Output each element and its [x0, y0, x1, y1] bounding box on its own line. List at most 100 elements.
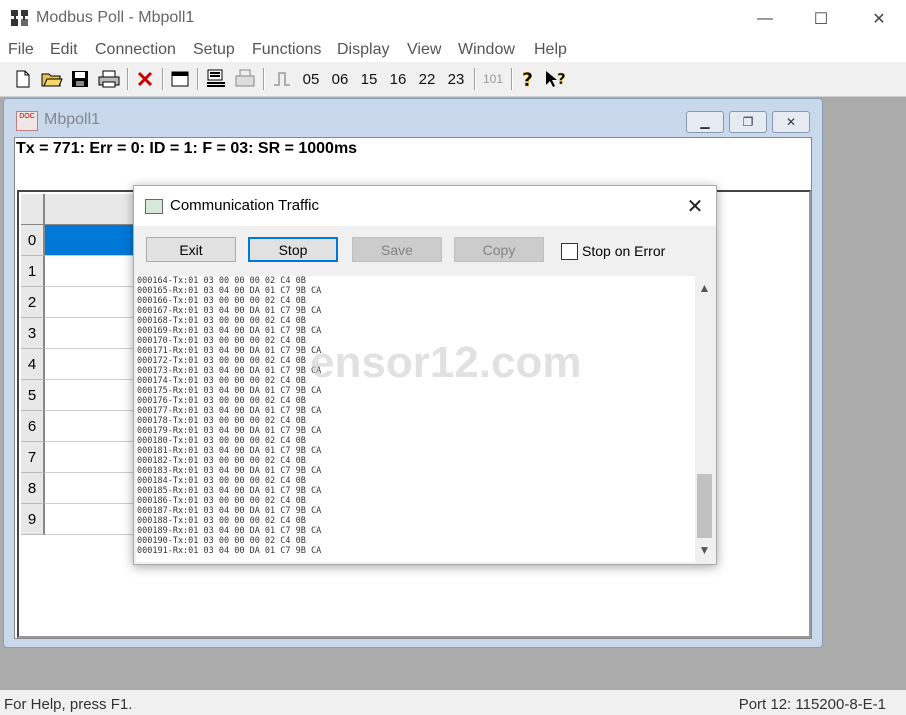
traffic-log-line: 000174-Tx:01 03 00 00 00 02 C4 0B: [137, 376, 306, 386]
fc101-button[interactable]: 101: [479, 67, 507, 91]
row-header[interactable]: 4: [21, 349, 45, 380]
printer-icon: [98, 70, 120, 88]
open-folder-icon: [41, 73, 63, 87]
grid-corner: [21, 194, 45, 226]
svg-text:?: ?: [522, 69, 533, 89]
toolbar-separator: [127, 68, 129, 90]
child-minimize-button[interactable]: ▁: [686, 111, 724, 133]
scroll-up-button[interactable]: ▲: [695, 278, 714, 298]
new-file-icon: [16, 70, 30, 88]
close-icon: ✕: [872, 11, 886, 28]
child-window-title: Mbpoll1: [44, 111, 101, 128]
window-button[interactable]: [169, 67, 191, 91]
help-button[interactable]: ?: [517, 67, 539, 91]
traffic-log-line: 000177-Rx:01 03 04 00 DA 01 C7 9B CA: [137, 406, 322, 416]
traffic-log-line: 000170-Tx:01 03 00 00 00 02 C4 0B: [137, 336, 306, 346]
fc23-button[interactable]: 23: [443, 67, 469, 91]
traffic-log-line: 000166-Tx:01 03 00 00 00 02 C4 0B: [137, 296, 306, 306]
minimize-button[interactable]: —: [742, 4, 788, 34]
child-close-button[interactable]: ✕: [772, 111, 810, 133]
traffic-log-line: 000181-Rx:01 03 04 00 DA 01 C7 9B CA: [137, 446, 322, 456]
traffic-log-scrollbar[interactable]: ▲ ▼: [695, 276, 714, 562]
traffic-log-line: 000185-Rx:01 03 04 00 DA 01 C7 9B CA: [137, 486, 322, 496]
menu-help[interactable]: Help: [534, 41, 567, 59]
row-header[interactable]: 7: [21, 442, 45, 473]
printer-disabled-button[interactable]: [233, 67, 257, 91]
traffic-log-line: 000188-Tx:01 03 00 00 00 02 C4 0B: [137, 516, 306, 526]
pulse-button[interactable]: [271, 67, 293, 91]
traffic-log-line: 000190-Tx:01 03 00 00 00 02 C4 0B: [137, 536, 306, 546]
save-button[interactable]: Save: [352, 237, 442, 262]
dialog-title-bar: Communication Traffic ✕: [134, 186, 716, 226]
row-header[interactable]: 9: [21, 504, 45, 535]
row-header[interactable]: 2: [21, 287, 45, 318]
save-disk-icon: [72, 71, 88, 87]
close-button[interactable]: ✕: [856, 4, 902, 34]
traffic-log-line: 000165-Rx:01 03 04 00 DA 01 C7 9B CA: [137, 286, 322, 296]
scroll-thumb[interactable]: [697, 474, 712, 538]
fc16-button[interactable]: 16: [385, 67, 411, 91]
red-x-icon: [137, 71, 153, 87]
toolbar: 05 06 15 16 22 23 101 ? ?: [0, 62, 906, 97]
print-button[interactable]: [97, 67, 121, 91]
stop-button[interactable]: Stop: [248, 237, 338, 262]
stop-on-error-checkbox[interactable]: [561, 243, 578, 260]
context-help-button[interactable]: ?: [543, 67, 569, 91]
read-write-definition-button[interactable]: [204, 67, 228, 91]
row-header[interactable]: 3: [21, 318, 45, 349]
row-header[interactable]: 1: [21, 256, 45, 287]
status-bar: For Help, press F1. Port 12: 115200-8-E-…: [0, 690, 906, 715]
status-port-text: Port 12: 115200-8-E-1: [738, 696, 886, 713]
minimize-icon: ▁: [700, 115, 710, 129]
save-toolbar-button[interactable]: [69, 67, 91, 91]
traffic-log-line: 000169-Rx:01 03 04 00 DA 01 C7 9B CA: [137, 326, 322, 336]
traffic-log-line: 000164-Tx:01 03 00 00 00 02 C4 0B: [137, 276, 306, 286]
menu-edit[interactable]: Edit: [50, 41, 78, 59]
fc22-button[interactable]: 22: [414, 67, 440, 91]
child-restore-button[interactable]: ❐: [729, 111, 767, 133]
status-help-text: For Help, press F1.: [4, 696, 133, 713]
traffic-log-line: 000182-Tx:01 03 00 00 00 02 C4 0B: [137, 456, 306, 466]
traffic-log-line: 000171-Rx:01 03 04 00 DA 01 C7 9B CA: [137, 346, 322, 356]
scroll-down-button[interactable]: ▼: [695, 540, 714, 560]
pointer-help-icon: ?: [546, 70, 566, 88]
traffic-log[interactable]: 000164-Tx:01 03 00 00 00 02 C4 0B 000165-…: [136, 276, 695, 562]
chevron-down-icon: ▼: [698, 543, 711, 557]
row-header[interactable]: 6: [21, 411, 45, 442]
question-mark-icon: ?: [522, 69, 534, 89]
traffic-log-line: 000176-Tx:01 03 00 00 00 02 C4 0B: [137, 396, 306, 406]
svg-text:?: ?: [557, 70, 566, 88]
fc05-button[interactable]: 05: [298, 67, 324, 91]
menu-file[interactable]: File: [8, 41, 34, 59]
monitor-icon: [207, 69, 225, 87]
exit-button[interactable]: Exit: [146, 237, 236, 262]
menu-functions[interactable]: Functions: [252, 41, 321, 59]
stop-on-error-label: Stop on Error: [582, 243, 666, 259]
fc15-button[interactable]: 15: [356, 67, 382, 91]
open-button[interactable]: [40, 67, 64, 91]
traffic-log-line: 000179-Rx:01 03 04 00 DA 01 C7 9B CA: [137, 426, 322, 436]
menu-display[interactable]: Display: [337, 41, 389, 59]
disconnect-button[interactable]: [134, 67, 156, 91]
traffic-log-line: 000189-Rx:01 03 04 00 DA 01 C7 9B CA: [137, 526, 322, 536]
copy-button[interactable]: Copy: [454, 237, 544, 262]
toolbar-separator: [162, 68, 164, 90]
pulse-icon: [274, 72, 290, 86]
traffic-log-line: 000180-Tx:01 03 00 00 00 02 C4 0B: [137, 436, 306, 446]
minimize-icon: —: [757, 10, 773, 27]
menu-view[interactable]: View: [407, 41, 441, 59]
new-button[interactable]: [12, 67, 34, 91]
toolbar-separator: [511, 68, 513, 90]
menu-setup[interactable]: Setup: [193, 41, 235, 59]
maximize-button[interactable]: ☐: [798, 4, 844, 34]
title-bar: Modbus Poll - Mbpoll1 — ☐ ✕: [0, 0, 906, 38]
fc06-button[interactable]: 06: [327, 67, 353, 91]
row-header[interactable]: 8: [21, 473, 45, 504]
row-header[interactable]: 0: [21, 225, 45, 256]
row-header[interactable]: 5: [21, 380, 45, 411]
dialog-close-button[interactable]: ✕: [680, 192, 710, 220]
menu-connection[interactable]: Connection: [95, 41, 176, 59]
traffic-log-line: 000168-Tx:01 03 00 00 00 02 C4 0B: [137, 316, 306, 326]
menu-window[interactable]: Window: [458, 41, 515, 59]
traffic-log-line: 000178-Tx:01 03 00 00 00 02 C4 0B: [137, 416, 306, 426]
